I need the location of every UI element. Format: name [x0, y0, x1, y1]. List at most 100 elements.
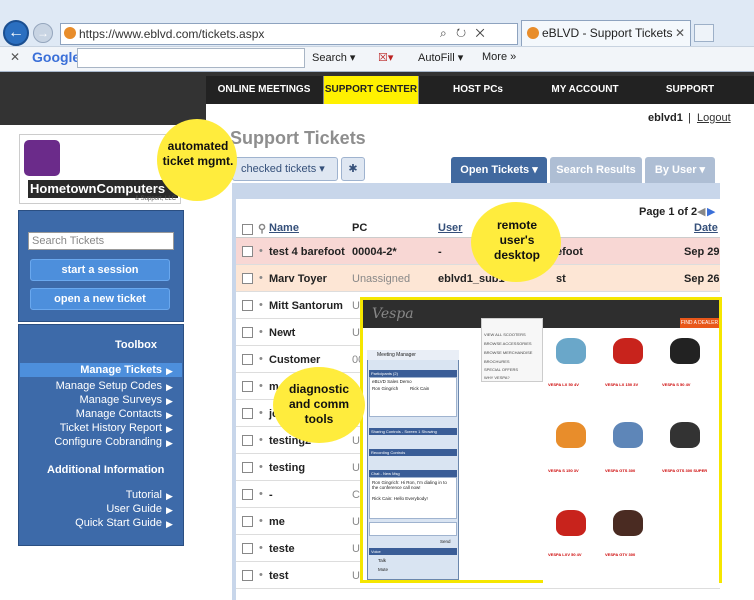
column-header-name[interactable]: Name — [269, 222, 299, 234]
ticket-pc: 00004-2* — [352, 246, 397, 258]
row-bullet-icon: • — [259, 434, 263, 446]
more-button[interactable]: More » — [482, 51, 516, 63]
google-search-input[interactable] — [77, 48, 305, 68]
additional-info-title: Additional Information — [47, 464, 165, 476]
remote-menu-item: WHY VESPA? — [484, 375, 510, 380]
pager-prev-icon[interactable]: ◀ — [697, 205, 705, 218]
scooter-label: VESPA GTS 300 SUPER — [662, 468, 708, 473]
ticket-name[interactable]: Marv Toyer — [269, 273, 327, 285]
row-bullet-icon: • — [259, 245, 263, 257]
forward-button[interactable]: → — [33, 23, 53, 43]
scooter-label: VESPA S 50 4V — [662, 382, 691, 387]
toolbox-item-manage-contacts[interactable]: Manage Contacts — [76, 408, 162, 420]
tab-by-user[interactable]: By User ▾ — [645, 157, 715, 183]
popup-blocker-icon[interactable]: ☒▾ — [378, 51, 393, 64]
row-checkbox[interactable] — [242, 354, 253, 365]
ticket-user: - — [438, 246, 442, 258]
open-ticket-button[interactable]: open a new ticket — [30, 288, 170, 310]
ticket-name[interactable]: me — [269, 516, 285, 528]
chevron-right-icon: ▶ — [166, 382, 173, 392]
user-separator: | — [688, 112, 691, 124]
ticket-name[interactable]: testing — [269, 462, 305, 474]
site-icon — [64, 27, 76, 39]
nav-my-account[interactable]: MY ACCOUNT — [540, 76, 630, 104]
select-all-checkbox[interactable] — [242, 224, 253, 235]
scooter-label: VESPA S 150 3V — [548, 468, 579, 473]
checked-tickets-dropdown[interactable]: checked tickets ▾ — [232, 157, 338, 181]
row-checkbox[interactable] — [242, 273, 253, 284]
toolbox-item-configure-cobranding[interactable]: Configure Cobranding — [54, 436, 162, 448]
ticket-name[interactable]: Newt — [269, 327, 295, 339]
ticket-name[interactable]: Mitt Santorum — [269, 300, 343, 312]
row-checkbox[interactable] — [242, 570, 253, 581]
close-toolbar-icon[interactable]: ✕ — [10, 50, 20, 64]
chat-send-button: Send — [440, 539, 451, 544]
start-session-button[interactable]: start a session — [30, 259, 170, 281]
column-header-date[interactable]: Date — [694, 222, 718, 234]
row-checkbox[interactable] — [242, 300, 253, 311]
row-checkbox[interactable] — [242, 543, 253, 554]
nav-support[interactable]: SUPPORT — [660, 76, 720, 104]
scooter-label: VESPA LXV 50 4V — [548, 552, 582, 557]
remote-menu-item: BROCHURES — [484, 359, 510, 364]
scooter-image — [613, 422, 643, 448]
row-checkbox[interactable] — [242, 246, 253, 257]
chevron-right-icon: ▶ — [166, 410, 173, 420]
row-checkbox[interactable] — [242, 381, 253, 392]
ticket-name[interactable]: test — [269, 570, 289, 582]
ticket-name[interactable]: - — [269, 489, 273, 501]
nav-support-center[interactable]: SUPPORT CENTER — [323, 76, 419, 104]
attachment-icon: ⚲ — [258, 223, 267, 235]
row-checkbox[interactable] — [242, 327, 253, 338]
row-checkbox[interactable] — [242, 489, 253, 500]
chevron-right-icon: ▶ — [166, 424, 173, 434]
toolbar-search-button[interactable]: Search ▾ — [312, 51, 355, 64]
additional-item-tutorial[interactable]: Tutorial — [126, 489, 162, 501]
autofill-button[interactable]: AutoFill ▾ — [418, 51, 463, 64]
nav-online-meetings[interactable]: ONLINE MEETINGS — [212, 76, 316, 104]
remote-find-dealer-button: FIND A DEALER — [680, 318, 719, 328]
toolbox-item-manage-surveys[interactable]: Manage Surveys — [79, 394, 162, 406]
scooter-image — [670, 422, 700, 448]
recording-bar: Recording Controls — [369, 449, 457, 456]
chat-input — [369, 522, 457, 536]
toolbox-item-ticket-history[interactable]: Ticket History Report — [60, 422, 162, 434]
callout-remote: remote user's desktop — [493, 218, 540, 262]
address-tools-icon[interactable]: ⌕ ↻ ✕ — [440, 26, 488, 41]
chevron-right-icon: ▶ — [166, 366, 173, 376]
toolbox-item-manage-tickets[interactable]: Manage Tickets — [80, 364, 162, 376]
additional-item-user-guide[interactable]: User Guide — [106, 503, 162, 515]
row-checkbox[interactable] — [242, 408, 253, 419]
close-tab-icon[interactable]: ✕ — [675, 26, 685, 40]
search-tickets-input[interactable]: Search Tickets — [28, 232, 174, 250]
scooter-image — [556, 338, 586, 364]
column-header-user[interactable]: User — [438, 222, 462, 234]
scooter-image — [613, 338, 643, 364]
remote-menu-item: BROWSE ACCESSORIES — [484, 341, 532, 346]
row-checkbox[interactable] — [242, 516, 253, 527]
toolbox-item-manage-setup-codes[interactable]: Manage Setup Codes — [56, 380, 162, 392]
logo-computer-icon — [24, 140, 60, 176]
chevron-right-icon: ▶ — [166, 491, 173, 501]
logout-link[interactable]: Logout — [697, 112, 731, 124]
remote-site-logo: Vespa — [372, 306, 414, 322]
additional-item-quick-start[interactable]: Quick Start Guide — [75, 517, 162, 529]
browser-tab[interactable]: eBLVD - Support Tickets — [521, 20, 691, 46]
ticket-name[interactable]: test 4 barefoot — [269, 246, 345, 258]
tab-search-results[interactable]: Search Results — [550, 157, 642, 183]
nav-host-pcs[interactable]: HOST PCs — [440, 76, 516, 104]
ticket-name[interactable]: teste — [269, 543, 295, 555]
new-tab-button[interactable] — [694, 24, 714, 42]
remote-scooter-grid — [543, 329, 719, 583]
ticket-name[interactable]: Customer — [269, 354, 320, 366]
tab-open-tickets[interactable]: Open Tickets ▾ — [451, 157, 547, 183]
back-button[interactable]: ← — [3, 20, 29, 46]
pager-next-icon[interactable]: ▶ — [707, 205, 715, 218]
row-checkbox[interactable] — [242, 435, 253, 446]
settings-icon[interactable]: ✱ — [341, 157, 365, 181]
voice-mute: Mute — [378, 567, 389, 572]
chevron-right-icon: ▶ — [166, 519, 173, 529]
voice-talk: Talk — [378, 558, 387, 563]
row-checkbox[interactable] — [242, 462, 253, 473]
scooter-image — [556, 422, 586, 448]
